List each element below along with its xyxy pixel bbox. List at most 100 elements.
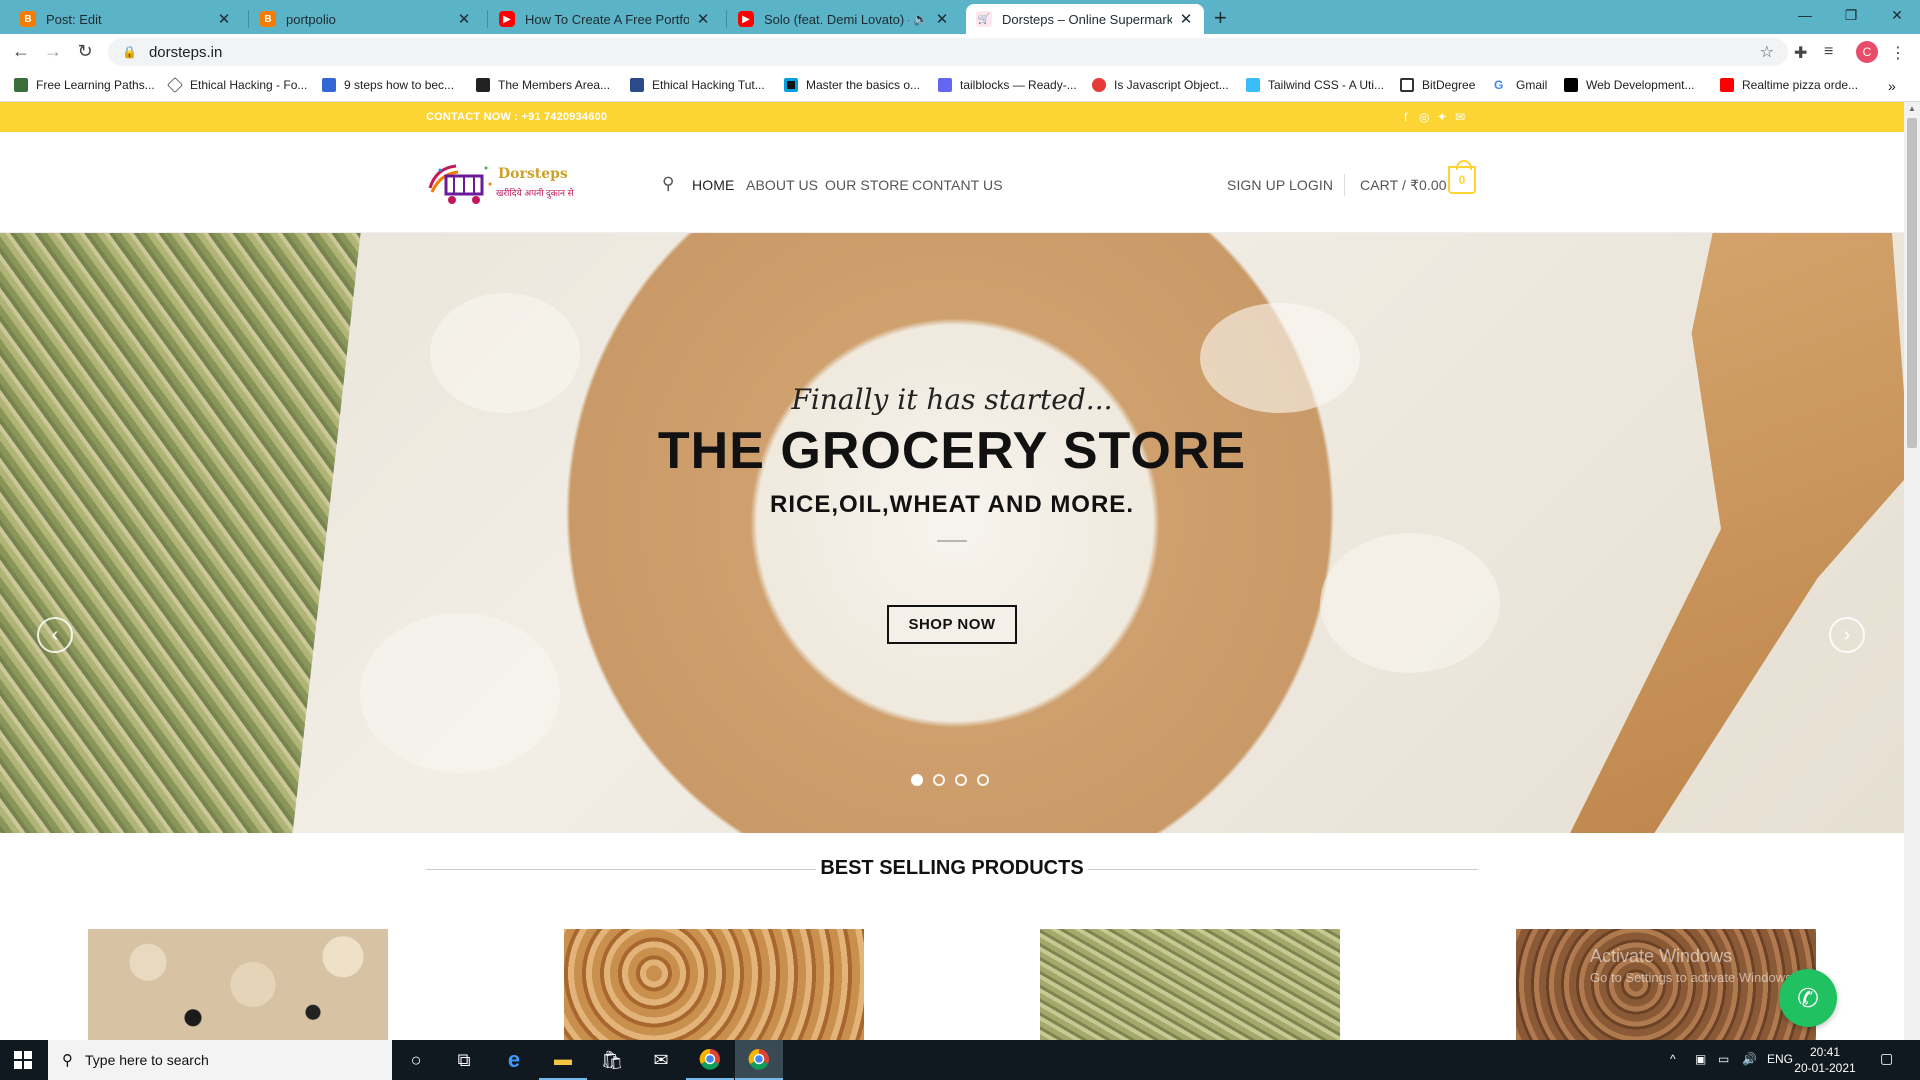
close-tab-icon[interactable]: ✕ xyxy=(456,10,472,28)
new-tab-icon[interactable]: + xyxy=(1214,5,1227,31)
bookmark-item[interactable]: Realtime pizza orde... xyxy=(1720,78,1858,92)
scrollbar-thumb[interactable] xyxy=(1907,118,1917,448)
shop-now-button[interactable]: SHOP NOW xyxy=(887,605,1017,644)
cart-count-badge[interactable]: 0 xyxy=(1448,160,1476,194)
slider-dot[interactable] xyxy=(933,774,945,786)
close-tab-icon[interactable]: ✕ xyxy=(1178,10,1194,28)
page-scrollbar[interactable]: ▲ xyxy=(1904,102,1920,1040)
restore-icon[interactable]: ❐ xyxy=(1828,0,1874,30)
bookmark-item[interactable]: Ethical Hacking - Fo... xyxy=(167,77,307,93)
bookmark-item[interactable]: Ethical Hacking Tut... xyxy=(630,78,765,92)
menu-kebab-icon[interactable]: ⋮ xyxy=(1890,43,1906,63)
bookmark-favicon-icon xyxy=(1564,78,1578,92)
hero-slider: Finally it has started... THE GROCERY ST… xyxy=(0,233,1904,833)
media-queue-icon[interactable]: ≡ xyxy=(1824,43,1833,61)
product-image-wheat[interactable] xyxy=(564,929,864,1040)
task-view-icon[interactable]: ⧉ xyxy=(440,1040,488,1080)
logo-tagline: खरीदिये अपनी दुकान से xyxy=(496,188,574,198)
close-window-icon[interactable]: ✕ xyxy=(1874,0,1920,30)
meet-now-icon[interactable]: ▣ xyxy=(1695,1052,1706,1066)
file-explorer-icon[interactable]: ▬ xyxy=(539,1040,587,1080)
back-icon[interactable]: ← xyxy=(10,41,32,62)
bookmark-favicon-icon xyxy=(938,78,952,92)
instagram-icon[interactable]: ◎ xyxy=(1419,110,1429,124)
bookmark-item[interactable]: Master the basics o... xyxy=(784,78,920,92)
notifications-icon[interactable]: ▢ xyxy=(1880,1050,1893,1067)
url-text[interactable]: dorsteps.in xyxy=(149,44,222,61)
slider-prev-icon[interactable]: ‹ xyxy=(37,617,73,653)
tab-portpolio[interactable]: B portpolio ✕ xyxy=(250,4,482,34)
reload-icon[interactable]: ↻ xyxy=(74,41,96,62)
cortana-icon[interactable]: ○ xyxy=(392,1040,440,1080)
slider-next-icon[interactable]: › xyxy=(1829,617,1865,653)
login-link[interactable]: LOGIN xyxy=(1289,177,1333,193)
close-tab-icon[interactable]: ✕ xyxy=(695,10,711,28)
youtube-icon: ▶ xyxy=(738,11,754,27)
search-icon[interactable]: ⚲ xyxy=(662,174,674,194)
slider-dot[interactable] xyxy=(955,774,967,786)
tab-title: portpolio xyxy=(286,11,336,27)
clock-time: 20:41 xyxy=(1809,1045,1841,1059)
bookmark-label: tailblocks — Ready-... xyxy=(960,78,1077,92)
bookmark-item[interactable]: Is Javascript Object... xyxy=(1092,78,1229,92)
site-logo[interactable]: Dorsteps खरीदिये अपनी दुकान से xyxy=(426,158,576,210)
bookmark-star-icon[interactable]: ☆ xyxy=(1760,42,1774,62)
nav-home[interactable]: HOME xyxy=(692,177,734,193)
tab-youtube-solo[interactable]: ▶ Solo (feat. Demi Lovato) - Yo 🔈 ✕ xyxy=(728,4,960,34)
product-image-fennel[interactable] xyxy=(1040,929,1340,1040)
tab-youtube-portfolio[interactable]: ▶ How To Create A Free Portfolio W ✕ xyxy=(489,4,721,34)
forward-icon[interactable]: → xyxy=(42,41,64,62)
profile-avatar[interactable]: C xyxy=(1856,41,1878,63)
chrome-icon[interactable] xyxy=(686,1040,734,1080)
signup-link[interactable]: SIGN UP xyxy=(1227,177,1285,193)
nav-our-store[interactable]: OUR STORE xyxy=(825,177,909,193)
bookmark-item[interactable]: Tailwind CSS - A Uti... xyxy=(1246,78,1384,92)
taskbar-clock[interactable]: 20:41 20-01-2021 xyxy=(1790,1044,1860,1076)
tray-overflow-icon[interactable]: ^ xyxy=(1670,1052,1676,1066)
minimize-icon[interactable]: — xyxy=(1782,0,1828,30)
nav-about-us[interactable]: ABOUT US xyxy=(746,177,818,193)
mail-icon[interactable]: ✉ xyxy=(637,1040,685,1080)
whatsapp-chat-button[interactable]: ✆ xyxy=(1779,969,1837,1027)
bookmark-item[interactable]: tailblocks — Ready-... xyxy=(938,78,1077,92)
twitter-icon[interactable]: ✦ xyxy=(1437,110,1447,124)
slider-dot[interactable] xyxy=(977,774,989,786)
lock-icon[interactable]: 🔒 xyxy=(122,45,137,59)
volume-icon[interactable]: 🔊 xyxy=(1742,1052,1757,1066)
bookmark-favicon-icon xyxy=(1092,78,1106,92)
network-icon[interactable]: ▭ xyxy=(1718,1052,1729,1066)
email-icon[interactable]: ✉ xyxy=(1455,110,1465,124)
store-icon[interactable]: 🛍 xyxy=(588,1040,636,1080)
chrome-active-icon[interactable] xyxy=(735,1040,783,1080)
nav-contant-us[interactable]: CONTANT US xyxy=(912,177,1003,193)
tab-dorsteps[interactable]: 🛒 Dorsteps – Online Supermarket ✕ xyxy=(966,4,1204,34)
speaker-icon[interactable]: 🔈 xyxy=(913,12,928,26)
product-image-beans[interactable] xyxy=(88,929,388,1040)
site-header: Dorsteps खरीदिये अपनी दुकान से ⚲ HOME AB… xyxy=(0,132,1904,233)
facebook-icon[interactable]: f xyxy=(1404,110,1407,124)
scroll-up-icon[interactable]: ▲ xyxy=(1908,104,1916,113)
close-tab-icon[interactable]: ✕ xyxy=(934,10,950,28)
browser-toolbar: ← → ↻ 🔒 dorsteps.in ☆ ✚ ≡ ⋮ xyxy=(0,34,1920,70)
bookmark-item[interactable]: Free Learning Paths... xyxy=(14,78,155,92)
bookmark-label: Ethical Hacking Tut... xyxy=(652,78,765,92)
taskbar-search-box[interactable]: ⚲ Type here to search xyxy=(48,1040,392,1080)
bookmarks-overflow-icon[interactable]: » xyxy=(1888,78,1896,94)
close-tab-icon[interactable]: ✕ xyxy=(216,10,232,28)
windows-start-icon[interactable] xyxy=(14,1051,32,1069)
cart-link[interactable]: CART / ₹0.00 xyxy=(1360,177,1447,194)
extensions-icon[interactable]: ✚ xyxy=(1794,43,1807,63)
bookmark-item[interactable]: The Members Area... xyxy=(476,78,610,92)
bookmark-favicon-icon xyxy=(322,78,336,92)
slider-dot[interactable] xyxy=(911,774,923,786)
section-rule-right xyxy=(1088,869,1478,870)
bookmark-favicon-icon xyxy=(167,77,183,93)
edge-icon[interactable]: e xyxy=(490,1040,538,1080)
bookmark-item[interactable]: G Gmail xyxy=(1494,78,1547,92)
tab-post-edit[interactable]: B Post: Edit ✕ xyxy=(10,4,242,34)
bookmark-item[interactable]: Web Development... xyxy=(1564,78,1695,92)
google-icon: G xyxy=(1494,78,1508,92)
bookmark-item[interactable]: 9 steps how to bec... xyxy=(322,78,454,92)
address-bar[interactable]: 🔒 dorsteps.in ☆ xyxy=(108,38,1788,66)
bookmark-item[interactable]: BitDegree xyxy=(1400,78,1475,92)
